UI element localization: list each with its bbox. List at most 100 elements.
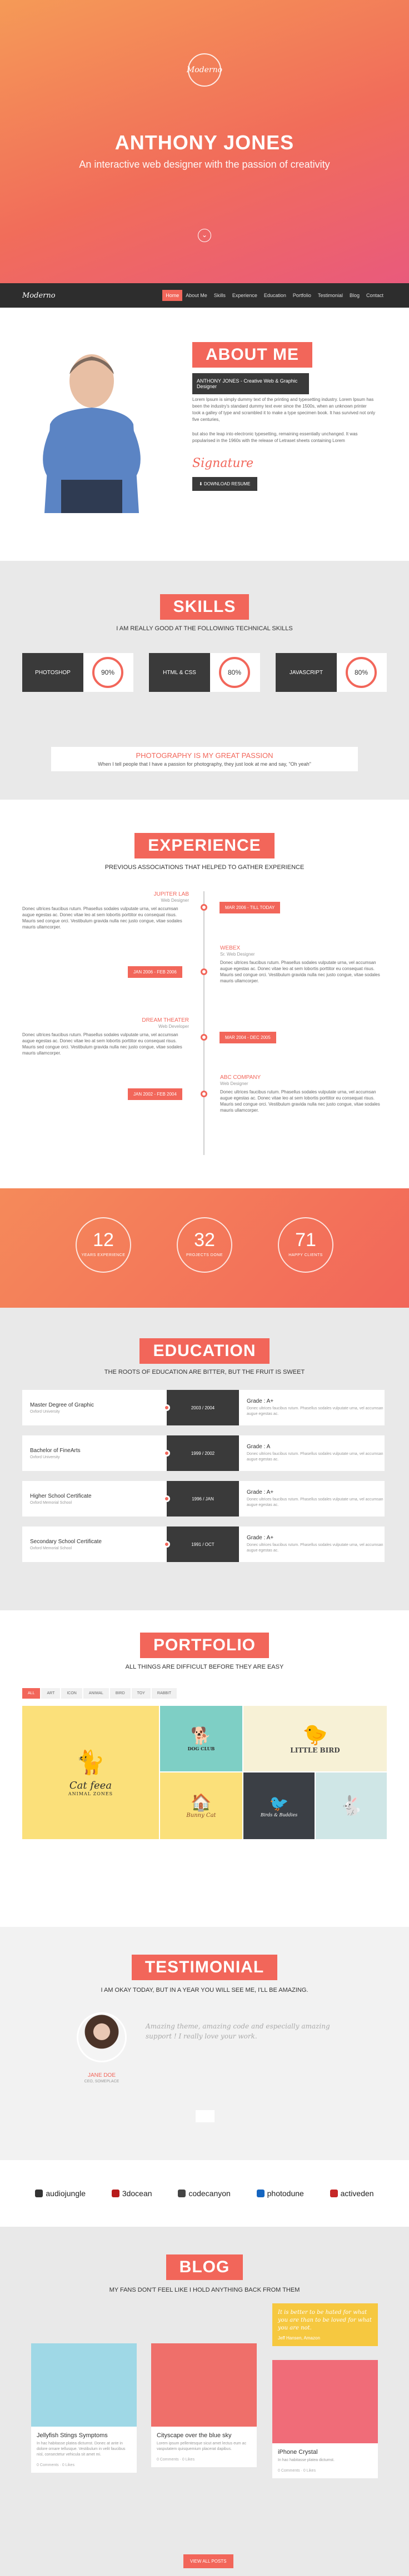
filter-rabbit[interactable]: RABBIT: [151, 1688, 177, 1699]
blog-heading: BLOG: [0, 2254, 409, 2280]
about-paragraph-1: Lorem Ipsum is simply dummy text of the …: [192, 397, 376, 422]
timeline-dot: [201, 1034, 207, 1041]
education-heading: EDUCATION: [0, 1338, 409, 1364]
timeline-item: DREAM THEATER Web Developer Donec ultric…: [22, 1017, 189, 1056]
timeline-item: WEBEX Sr. Web Designer Donec ultrices fa…: [220, 945, 380, 983]
skills-subtitle: I AM REALLY GOOD AT THE FOLLOWING TECHNI…: [116, 625, 293, 632]
experience-heading: EXPERIENCE: [0, 833, 409, 858]
nav-item-contact[interactable]: Contact: [363, 290, 387, 301]
passion-box: PHOTOGRAPHY IS MY GREAT PASSION When I t…: [51, 747, 358, 771]
audiojungle-icon: [35, 2190, 43, 2197]
nav-item-education[interactable]: Education: [261, 290, 290, 301]
timeline-date: JAN 2002 - FEB 2004: [128, 1088, 182, 1100]
clients-section: audiojungle 3docean codecanyon photodune…: [0, 2160, 409, 2227]
filter-art[interactable]: ART: [41, 1688, 61, 1699]
portfolio-item[interactable]: 🐤 LITTLE BIRD: [243, 1706, 387, 1771]
nav-item-skills[interactable]: Skills: [211, 290, 229, 301]
nav-item-home[interactable]: Home: [162, 290, 183, 301]
filter-bird[interactable]: BIRD: [109, 1688, 131, 1699]
timeline-date: MAR 2004 - DEC 2005: [220, 1032, 276, 1043]
testimonial-section: TESTIMONIAL I AM OKAY TODAY, BUT IN A YE…: [0, 1927, 409, 2160]
blog-post-title[interactable]: Jellyfish Stings Symptoms: [31, 2427, 137, 2441]
activeden-icon: [330, 2190, 338, 2197]
blog-section: BLOG MY FANS DON'T FEEL LIKE I HOLD ANYT…: [0, 2227, 409, 2576]
bird-icon: 🐦: [269, 1794, 289, 1812]
timeline-dot: [201, 904, 207, 911]
hero-logo[interactable]: Moderno: [187, 53, 222, 87]
experience-subtitle: PREVIOUS ASSOCIATIONS THAT HELPED TO GAT…: [104, 864, 305, 871]
filter-animal[interactable]: ANIMAL: [83, 1688, 109, 1699]
skill-javascript: JAVASCRIPT 80%: [276, 653, 387, 692]
house-icon: 🏠: [191, 1793, 212, 1812]
client-logo[interactable]: activeden: [330, 2189, 374, 2198]
stats-section: 12 YEARS EXPERIENCE 32 PROJECTS DONE 71 …: [0, 1188, 409, 1308]
skill-ring: 80%: [219, 657, 250, 688]
codecanyon-icon: [178, 2190, 186, 2197]
main-nav: Moderno Home About Me Skills Experience …: [0, 283, 409, 308]
testimonial-person: JANE DOE CEO, SOMEPLACE: [84, 2072, 119, 2083]
dog-icon: 🐕: [191, 1726, 212, 1746]
view-all-posts-button[interactable]: VIEW ALL POSTS: [183, 2554, 233, 2568]
about-heading: ABOUT ME: [192, 342, 312, 368]
nav-brand[interactable]: Moderno: [22, 292, 144, 300]
nav-item-blog[interactable]: Blog: [346, 290, 363, 301]
download-icon: ⬇: [199, 481, 204, 486]
client-logo[interactable]: codecanyon: [178, 2189, 231, 2198]
nav-item-experience[interactable]: Experience: [229, 290, 261, 301]
client-logo[interactable]: audiojungle: [35, 2189, 86, 2198]
education-dot: [163, 1404, 170, 1411]
portfolio-filters: ALL ART ICON ANIMAL BIRD TOY RABBIT: [22, 1688, 178, 1699]
blog-post[interactable]: Jellyfish Stings Symptoms In hac habitas…: [31, 2343, 137, 2473]
blog-post-title[interactable]: iPhone Crystal: [272, 2443, 378, 2458]
page: Moderno ANTHONY JONES An interactive web…: [0, 0, 409, 2576]
education-dot: [163, 1541, 170, 1548]
testimonial-quote: Amazing theme, amazing code and especial…: [146, 2022, 330, 2040]
portfolio-item[interactable]: 🐕 DOG CLUB: [160, 1706, 242, 1771]
skills-heading: SKILLS: [0, 594, 409, 620]
skill-photoshop: PHOTOSHOP 90%: [22, 653, 133, 692]
blog-post-title[interactable]: Cityscape over the blue sky: [151, 2427, 257, 2441]
education-row: Secondary School Certificate Oxford Memor…: [22, 1526, 385, 1562]
signature: Signature: [192, 456, 254, 470]
education-row: Bachelor of FineArts Oxford University 19…: [22, 1435, 385, 1471]
chevron-down-icon[interactable]: ⌄: [198, 229, 211, 242]
nav-item-testimonial[interactable]: Testimonial: [315, 290, 346, 301]
portfolio-item[interactable]: 🐈 Cat feea ANIMAL ZONES: [22, 1706, 159, 1839]
nav-item-about[interactable]: About Me: [182, 290, 211, 301]
education-row: Higher School Certificate Oxford Memorial…: [22, 1481, 385, 1517]
client-logo[interactable]: 3docean: [111, 2189, 152, 2198]
skill-ring: 90%: [92, 657, 123, 688]
portfolio-subtitle: ALL THINGS ARE DIFFICULT BEFORE THEY ARE…: [125, 1664, 284, 1670]
portfolio-item[interactable]: 🐇: [316, 1772, 387, 1839]
education-dot: [163, 1495, 170, 1502]
profile-photo: [22, 341, 161, 513]
blog-quote-card[interactable]: It is better to be hated for what you ar…: [272, 2303, 378, 2346]
portfolio-item[interactable]: 🐦 Birds & Buddies: [243, 1772, 315, 1839]
testimonial-pager[interactable]: [196, 2110, 215, 2122]
filter-toy[interactable]: TOY: [131, 1688, 151, 1699]
blog-post-image: [272, 2360, 378, 2443]
hero-name: ANTHONY JONES: [114, 131, 295, 154]
filter-icon[interactable]: ICON: [61, 1688, 82, 1699]
skills-section: SKILLS I AM REALLY GOOD AT THE FOLLOWING…: [0, 561, 409, 800]
stat-years: 12 YEARS EXPERIENCE: [76, 1217, 131, 1273]
photodune-icon: [256, 2190, 265, 2197]
skill-ring: 80%: [346, 657, 377, 688]
hero-tagline: An interactive web designer with the pas…: [79, 159, 330, 170]
avatar: [77, 2012, 127, 2062]
download-resume-button[interactable]: ⬇ DOWNLOAD RESUME: [192, 477, 257, 491]
skill-html-css: HTML & CSS 80%: [149, 653, 260, 692]
experience-section: EXPERIENCE PREVIOUS ASSOCIATIONS THAT HE…: [0, 800, 409, 1188]
portfolio-section: PORTFOLIO ALL THINGS ARE DIFFICULT BEFOR…: [0, 1610, 409, 1927]
education-section: EDUCATION THE ROOTS OF EDUCATION ARE BIT…: [0, 1308, 409, 1610]
timeline-item: ABC COMPANY Web Designer Donec ultrices …: [220, 1074, 380, 1113]
filter-all[interactable]: ALL: [22, 1688, 41, 1699]
timeline-date: JAN 2006 - FEB 2006: [128, 966, 182, 978]
portfolio-item[interactable]: 🏠 Bunny Cat: [160, 1772, 242, 1839]
blog-post[interactable]: iPhone Crystal In hac habitasse platea d…: [272, 2360, 378, 2478]
nav-item-portfolio[interactable]: Portfolio: [290, 290, 315, 301]
testimonial-subtitle: I AM OKAY TODAY, BUT IN A YEAR YOU WILL …: [101, 1987, 308, 1993]
blog-post[interactable]: Cityscape over the blue sky Lorem ipsum …: [151, 2343, 257, 2467]
client-logo[interactable]: photodune: [256, 2189, 304, 2198]
nav-menu: Home About Me Skills Experience Educatio…: [162, 290, 387, 301]
